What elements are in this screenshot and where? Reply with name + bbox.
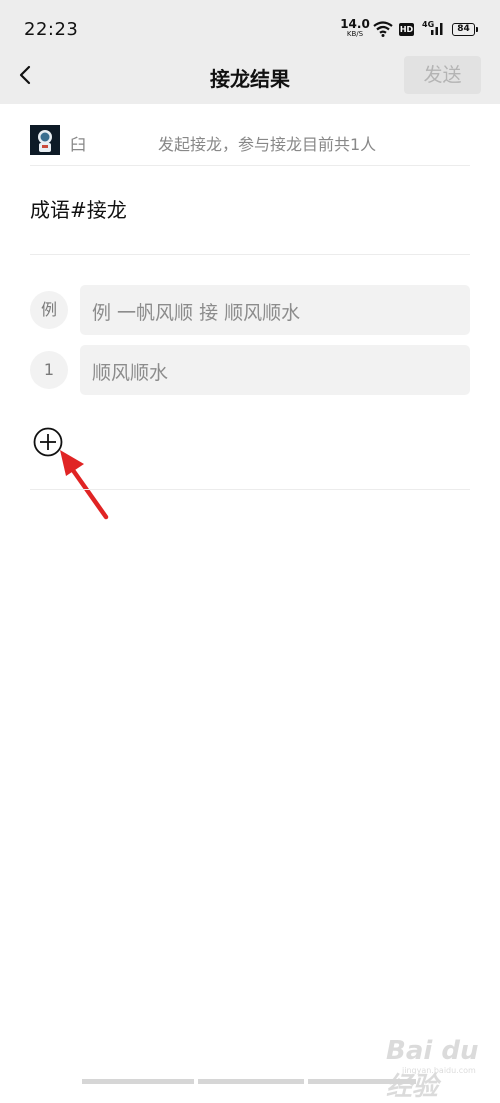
network-speed-unit: KB/S (346, 30, 364, 38)
network-speed: 14.0 KB/S (340, 18, 370, 38)
initiator-name: ⾅ (70, 135, 87, 154)
entry-field-1[interactable]: 顺风顺水 (80, 345, 470, 395)
status-time: 22:23 (24, 19, 79, 40)
bottom-bar-segment (308, 1079, 416, 1084)
entry-index-example: 例 (30, 291, 68, 329)
entry-index-1: 1 (30, 351, 68, 389)
divider (30, 489, 470, 490)
entry-text-1: 顺风顺水 (92, 362, 169, 384)
example-entry-field: 例 一帆风顺 接 顺风顺水 (80, 285, 470, 335)
divider (30, 165, 470, 166)
wifi-icon (373, 21, 393, 37)
initiator-row: ⾅ 发起接龙，参与接龙目前共1人 (0, 104, 500, 166)
hd-badge: HD (399, 23, 414, 36)
participation-summary: 发起接龙，参与接龙目前共1人 (158, 135, 377, 154)
send-button[interactable]: 发送 (404, 56, 481, 94)
header: 接龙结果 发送 (0, 56, 500, 104)
battery-icon: 84 (452, 23, 478, 36)
network-speed-value: 14.0 (340, 17, 370, 31)
signal-icon (431, 23, 443, 35)
watermark-url: jingyan.baidu.com (402, 1066, 476, 1075)
divider (30, 254, 470, 255)
chain-topic: 成语#接龙 (30, 198, 127, 222)
red-arrow-icon (60, 450, 109, 520)
status-bar: 22:23 14.0 KB/S HD 4G 84 (0, 0, 500, 56)
bottom-bar-segment (82, 1079, 194, 1084)
watermark: Bai du 经验 jingyan.baidu.com (380, 1034, 490, 1102)
example-entry-text: 例 一帆风顺 接 顺风顺水 (92, 302, 301, 324)
avatar (30, 125, 60, 155)
bottom-bar-segment (198, 1079, 304, 1084)
